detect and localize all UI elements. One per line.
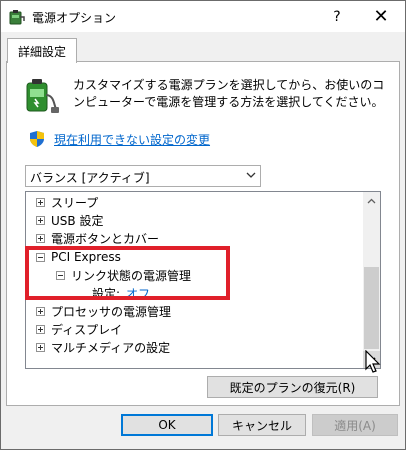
power-plan-value: バランス [アクティブ] <box>30 171 150 185</box>
tree-item-sleep[interactable]: スリープ <box>36 193 98 211</box>
cancel-button[interactable]: キャンセル <box>218 414 306 436</box>
power-options-icon <box>9 10 25 25</box>
tree-item-power-buttons[interactable]: 電源ボタンとカバー <box>36 229 159 247</box>
tree-item-label: スリープ <box>51 195 99 210</box>
help-button[interactable]: ? <box>315 1 359 32</box>
scroll-up-button[interactable] <box>363 192 380 209</box>
mouse-cursor-icon <box>365 350 381 373</box>
scroll-thumb[interactable] <box>364 267 379 349</box>
close-button[interactable]: ✕ <box>359 1 403 32</box>
title-bar[interactable]: 電源オプション ? ✕ <box>1 1 405 32</box>
tab-advanced-settings[interactable]: 詳細設定 <box>7 38 77 63</box>
description-text: カスタマイズする電源プランを選択してから、お使いのコンピューターで電源を管理する… <box>73 78 385 109</box>
tree-item-label: プロセッサの電源管理 <box>51 304 172 319</box>
expand-icon[interactable] <box>36 306 45 316</box>
vertical-scrollbar[interactable] <box>363 192 380 368</box>
tree-item-display[interactable]: ディスプレイ <box>36 320 122 338</box>
tree-item-processor[interactable]: プロセッサの電源管理 <box>36 302 171 320</box>
expand-icon[interactable] <box>36 215 45 225</box>
tree-item-label: 電源ボタンとカバー <box>51 231 160 246</box>
tree-item-label: マルチメディアの設定 <box>51 340 171 355</box>
scroll-up-icon <box>367 198 376 203</box>
window-title: 電源オプション <box>32 11 117 25</box>
expand-icon[interactable] <box>36 324 45 334</box>
annotation-highlight-box <box>25 246 230 300</box>
power-plan-select[interactable]: バランス [アクティブ] <box>25 165 261 187</box>
tree-item-usb[interactable]: USB 設定 <box>36 211 103 229</box>
ok-button[interactable]: OK <box>121 414 213 436</box>
expand-icon[interactable] <box>36 197 45 207</box>
change-settings-link[interactable]: 現在利用できない設定の変更 <box>54 131 210 148</box>
tree-item-label: ディスプレイ <box>51 322 123 337</box>
restore-defaults-button[interactable]: 既定のプランの復元(R) <box>207 376 378 398</box>
battery-plug-icon <box>26 79 59 113</box>
apply-button[interactable]: 適用(A) <box>312 414 398 436</box>
expand-icon[interactable] <box>36 342 45 352</box>
tree-item-multimedia[interactable]: マルチメディアの設定 <box>36 338 170 356</box>
uac-shield-icon <box>30 131 44 147</box>
expand-icon[interactable] <box>36 233 45 243</box>
tree-item-label: USB 設定 <box>51 213 104 228</box>
chevron-down-icon <box>246 172 256 178</box>
